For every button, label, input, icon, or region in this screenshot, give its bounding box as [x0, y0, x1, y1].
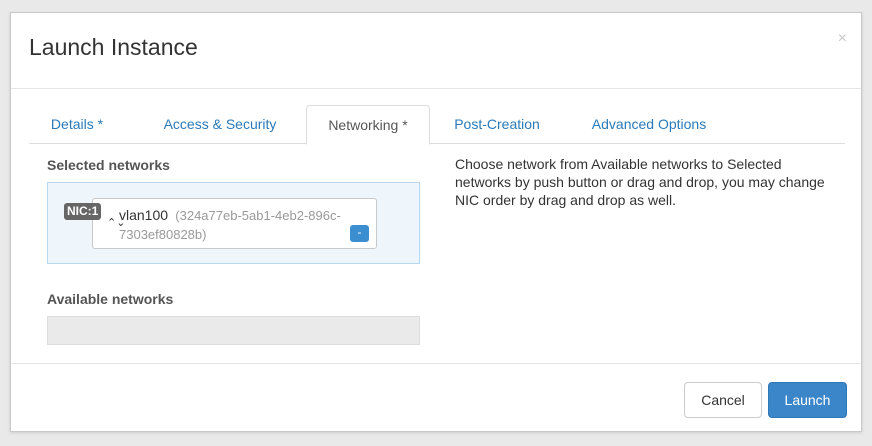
tab-post-creation[interactable]: Post-Creation [441, 105, 553, 144]
modal-header: Launch Instance × [11, 13, 861, 89]
selected-networks-label: Selected networks [47, 157, 170, 173]
available-networks-list[interactable] [47, 316, 420, 345]
drag-sort-icon[interactable]: ⌃⌄ [107, 218, 125, 229]
modal-footer: Cancel Launch [11, 363, 861, 433]
tab-details[interactable]: Details * [41, 105, 113, 144]
tab-access-security[interactable]: Access & Security [149, 105, 291, 144]
remove-network-button[interactable]: - [350, 225, 369, 242]
cancel-button[interactable]: Cancel [684, 382, 762, 418]
selected-networks-list[interactable]: NIC:1 ⌃⌄ vlan100 (324a77eb-5ab1-4eb2-896… [47, 182, 420, 264]
network-name: vlan100 [119, 207, 169, 223]
close-icon[interactable]: × [838, 31, 847, 47]
network-item[interactable]: vlan100 (324a77eb-5ab1-4eb2-896c-7303ef8… [92, 198, 377, 249]
tab-advanced-options[interactable]: Advanced Options [579, 105, 719, 144]
network-label: vlan100 (324a77eb-5ab1-4eb2-896c-7303ef8… [119, 206, 369, 244]
modal-title: Launch Instance [29, 34, 198, 60]
tab-networking[interactable]: Networking * [306, 105, 430, 145]
launch-button[interactable]: Launch [768, 382, 847, 418]
available-networks-label: Available networks [47, 291, 174, 307]
launch-instance-modal: Launch Instance × Details * Access & Sec… [10, 12, 862, 432]
tab-bar: Details * Access & Security Networking *… [29, 105, 845, 145]
nic-badge: NIC:1 [64, 203, 102, 220]
networking-help-text: Choose network from Available networks t… [455, 156, 825, 208]
